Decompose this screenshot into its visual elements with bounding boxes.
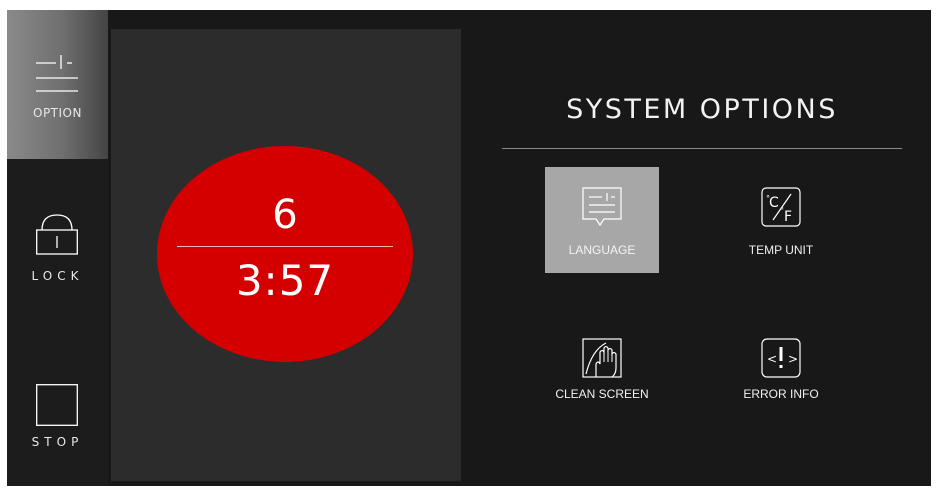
stop-label: STOP bbox=[31, 435, 84, 449]
cooking-panel: 6 3:57 bbox=[111, 29, 461, 481]
option-icon bbox=[36, 55, 78, 92]
stop-button[interactable]: STOP bbox=[7, 365, 108, 486]
temp-unit-label: TEMP UNIT bbox=[748, 243, 814, 257]
option-button[interactable]: OPTION bbox=[7, 10, 108, 159]
svg-text:F: F bbox=[784, 209, 792, 225]
error-info-label: ERROR INFO bbox=[743, 387, 819, 401]
lock-button[interactable]: LOCK bbox=[7, 185, 108, 315]
option-label: OPTION bbox=[33, 106, 82, 120]
temp-unit-option[interactable]: ° C ° F TEMP UNIT bbox=[724, 167, 838, 273]
clean-screen-label: CLEAN SCREEN bbox=[555, 387, 649, 401]
error-info-option[interactable]: < > ERROR INFO bbox=[724, 318, 838, 424]
lock-icon bbox=[36, 214, 78, 255]
page-title: SYSTEM OPTIONS bbox=[566, 94, 838, 125]
timer-divider bbox=[177, 246, 393, 247]
stop-icon bbox=[36, 384, 78, 426]
clean-screen-icon bbox=[582, 338, 622, 378]
language-option[interactable]: LANGUAGE bbox=[545, 167, 659, 273]
error-info-icon: < > bbox=[761, 338, 801, 378]
power-level: 6 bbox=[272, 192, 298, 238]
clean-screen-option[interactable]: CLEAN SCREEN bbox=[545, 318, 659, 424]
title-divider bbox=[502, 148, 902, 149]
cooking-timer[interactable]: 6 3:57 bbox=[157, 146, 413, 362]
remaining-time: 3:57 bbox=[235, 256, 335, 305]
language-icon bbox=[582, 187, 622, 227]
svg-text:<: < bbox=[767, 352, 777, 366]
lock-label: LOCK bbox=[31, 269, 84, 283]
oven-screen: OPTION LOCK STOP 6 3:57 SYSTEM OPTIONS L… bbox=[7, 10, 931, 486]
sidebar: OPTION LOCK STOP bbox=[7, 10, 108, 486]
svg-text:>: > bbox=[788, 352, 798, 366]
language-label: LANGUAGE bbox=[568, 243, 636, 257]
temp-unit-icon: ° C ° F bbox=[761, 187, 801, 227]
svg-text:C: C bbox=[769, 195, 779, 211]
